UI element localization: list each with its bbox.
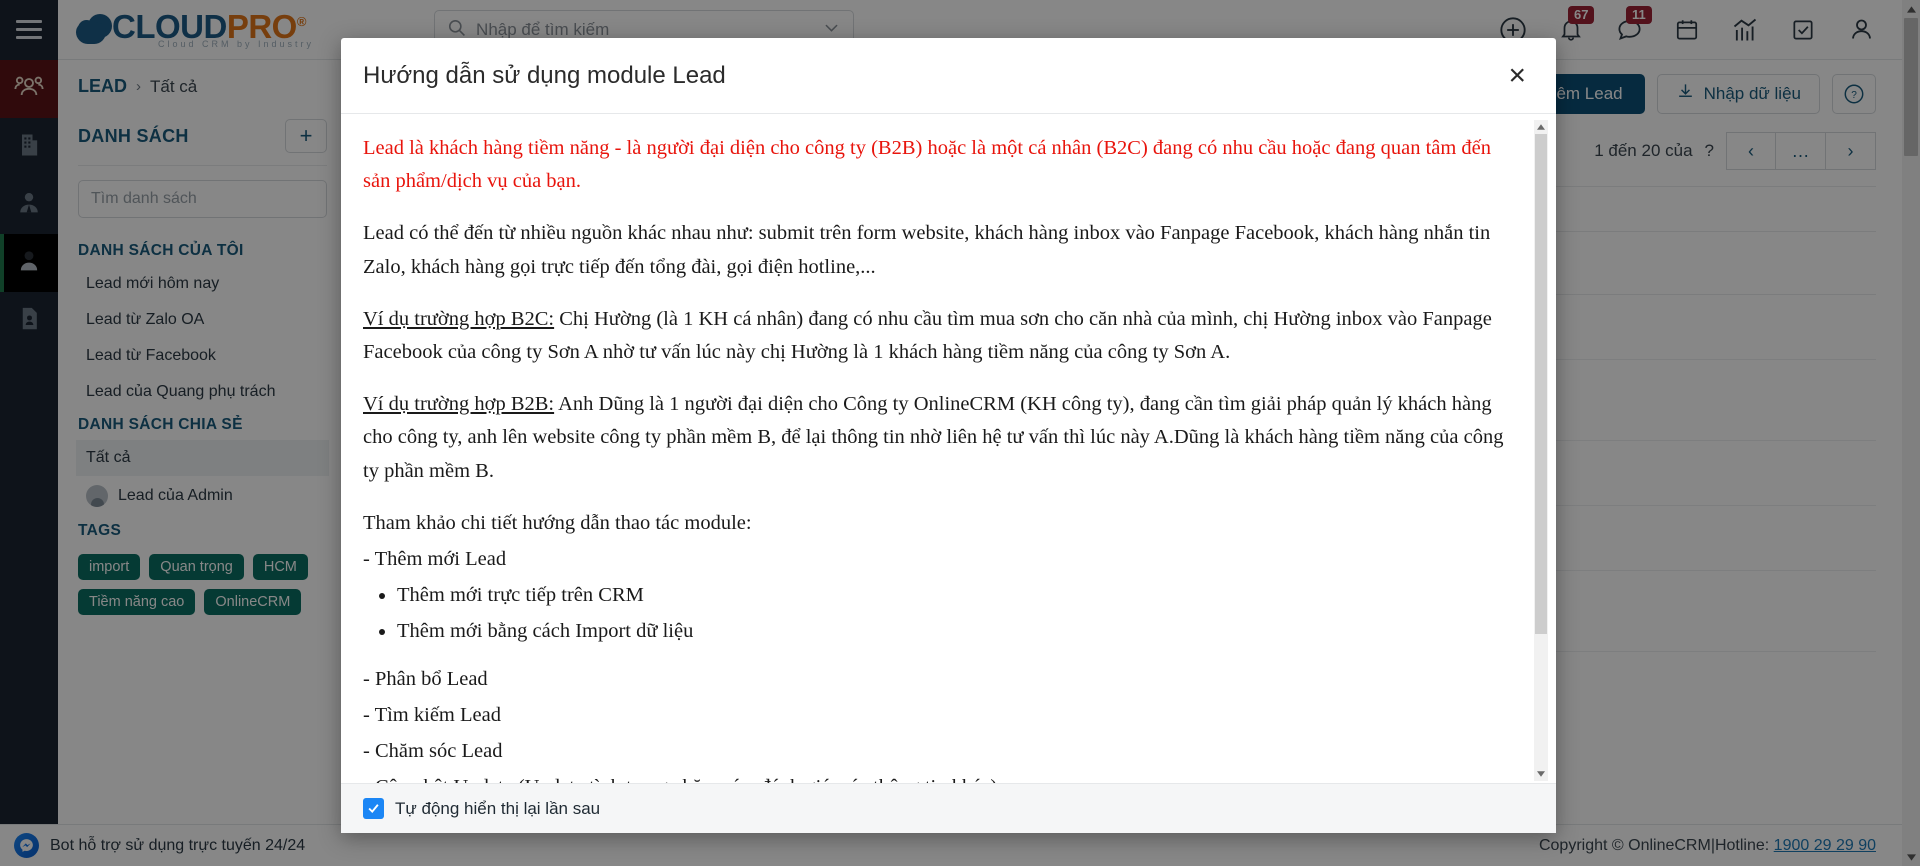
paragraph-sources: Lead có thể đến từ nhiều nguồn khác nhau… bbox=[363, 222, 1491, 278]
modal-header: Hướng dẫn sử dụng module Lead × bbox=[341, 38, 1556, 114]
guide-item-add: - Thêm mới Lead bbox=[363, 548, 507, 571]
paragraph-b2c: Ví dụ trường hợp B2C: Chị Hường (là 1 KH… bbox=[363, 303, 1522, 369]
auto-show-checkbox-label[interactable]: Tự động hiển thị lại lần sau bbox=[395, 799, 600, 819]
paragraph-intro: Lead là khách hàng tiềm năng - là người … bbox=[363, 137, 1492, 193]
guide-subitem-import: Thêm mới bằng cách Import dữ liệu bbox=[397, 615, 1522, 648]
guide-sublist-add: Thêm mới trực tiếp trên CRM Thêm mới bằn… bbox=[397, 579, 1522, 648]
auto-show-checkbox[interactable] bbox=[363, 798, 384, 819]
guide-item-care: - Chăm sóc Lead bbox=[363, 740, 503, 763]
guide-subitem-crm: Thêm mới trực tiếp trên CRM bbox=[397, 579, 1522, 612]
close-icon[interactable]: × bbox=[1508, 60, 1526, 91]
guide-item-assign: - Phân bổ Lead bbox=[363, 667, 488, 690]
b2b-label: Ví dụ trường hợp B2B: bbox=[363, 393, 555, 416]
modal-footer: Tự động hiển thị lại lần sau bbox=[341, 783, 1556, 833]
modal-scrollbar[interactable] bbox=[1534, 120, 1548, 781]
modal-scroll-track[interactable] bbox=[1534, 134, 1548, 767]
paragraph-reference: Tham khảo chi tiết hướng dẫn thao tác mo… bbox=[363, 511, 752, 534]
paragraph-b2b: Ví dụ trường hợp B2B: Anh Dũng là 1 ngườ… bbox=[363, 388, 1522, 488]
modal-scroll-up-icon[interactable] bbox=[1534, 120, 1548, 134]
modal-body[interactable]: Lead là khách hàng tiềm năng - là người … bbox=[341, 114, 1556, 783]
modal-title: Hướng dẫn sử dụng module Lead bbox=[363, 61, 726, 89]
modal-scroll-down-icon[interactable] bbox=[1534, 767, 1548, 781]
lead-guide-modal: Hướng dẫn sử dụng module Lead × Lead là … bbox=[341, 38, 1556, 833]
b2c-label: Ví dụ trường hợp B2C: bbox=[363, 307, 555, 330]
guide-item-search: - Tìm kiếm Lead bbox=[363, 703, 501, 726]
modal-scrollbar-thumb[interactable] bbox=[1535, 134, 1547, 634]
guide-item-update: - Cập nhật Update (Update tình trạng chă… bbox=[363, 771, 1522, 783]
